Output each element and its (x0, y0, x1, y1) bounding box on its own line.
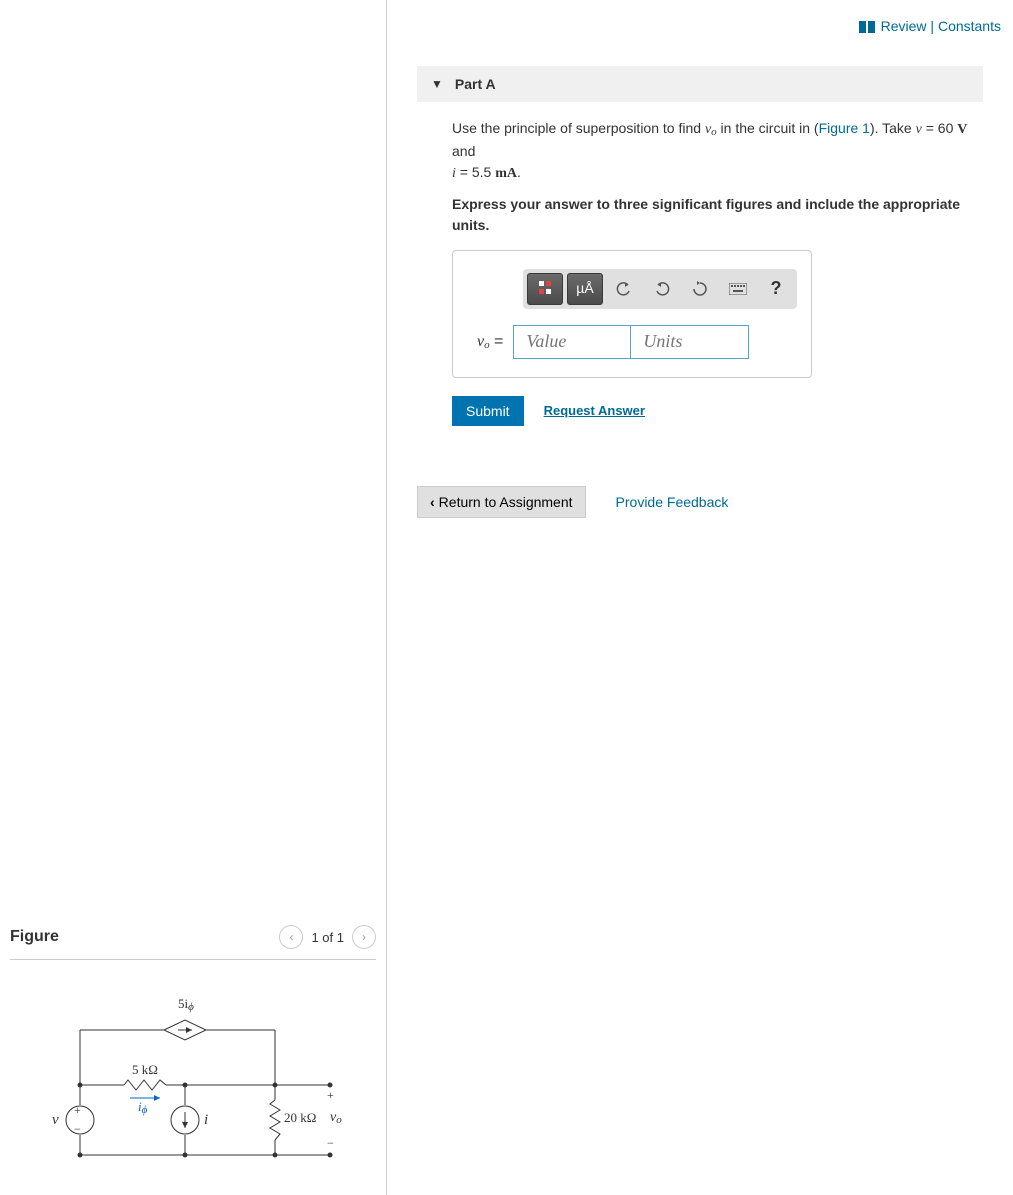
vo-minus: − (327, 1136, 334, 1151)
part-a-header[interactable]: ▼ Part A (417, 66, 983, 102)
prompt-text: Use the principle of superposition to fi… (452, 118, 983, 184)
vo-plus: + (327, 1088, 334, 1103)
dep-src-label: 5iϕ (178, 996, 194, 1013)
request-answer-link[interactable]: Request Answer (544, 401, 645, 421)
value-input[interactable] (513, 325, 631, 359)
figure-pager: ‹ 1 of 1 › (279, 925, 376, 949)
help-button[interactable]: ? (759, 274, 793, 304)
instruction-text: Express your answer to three significant… (452, 194, 983, 236)
book-icon (859, 20, 875, 36)
r2-label: 20 kΩ (284, 1110, 316, 1126)
prev-figure-button[interactable]: ‹ (279, 925, 303, 949)
undo-button[interactable] (607, 274, 641, 304)
chevron-left-icon: ‹ (430, 494, 435, 510)
figure-panel: Figure ‹ 1 of 1 › (10, 925, 376, 1175)
vsrc-minus: − (74, 1122, 81, 1137)
feedback-link[interactable]: Provide Feedback (616, 494, 729, 510)
vsrc-label: v (52, 1112, 59, 1129)
return-button[interactable]: ‹ Return to Assignment (417, 486, 586, 518)
review-link[interactable]: Review (881, 18, 927, 34)
top-links-sep: | (927, 18, 938, 34)
redo-button[interactable] (645, 274, 679, 304)
iphi-label: iϕ (138, 1099, 147, 1116)
collapse-icon: ▼ (431, 77, 443, 91)
figure-link[interactable]: Figure 1 (819, 120, 870, 136)
vo-label: vo (330, 1110, 342, 1126)
template-button[interactable] (527, 273, 563, 305)
reset-button[interactable] (683, 274, 717, 304)
submit-button[interactable]: Submit (452, 396, 524, 426)
answer-label: vo = (477, 330, 503, 354)
answer-box: µÅ ? vo = (452, 250, 812, 378)
figure-title: Figure (10, 928, 59, 946)
isrc-label: i (204, 1112, 208, 1129)
part-title: Part A (455, 76, 496, 92)
top-links: Review | Constants (387, 18, 1013, 36)
toolbar: µÅ ? (523, 269, 797, 309)
pager-text: 1 of 1 (311, 930, 344, 945)
units-input[interactable] (631, 325, 749, 359)
constants-link[interactable]: Constants (938, 18, 1001, 34)
r1-label: 5 kΩ (132, 1062, 158, 1078)
keyboard-button[interactable] (721, 274, 755, 304)
vsrc-plus: + (74, 1103, 81, 1118)
next-figure-button[interactable]: › (352, 925, 376, 949)
units-button[interactable]: µÅ (567, 273, 603, 305)
circuit-diagram: 5iϕ 5 kΩ iϕ v + − i 20 kΩ vo + − (60, 1000, 360, 1175)
